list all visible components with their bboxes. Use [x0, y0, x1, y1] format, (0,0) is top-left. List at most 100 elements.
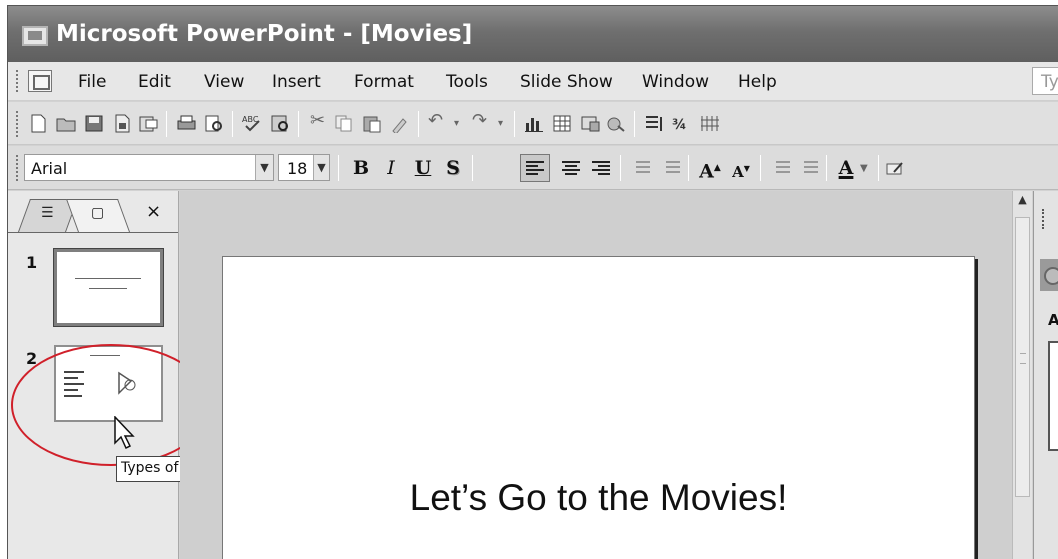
expand-icon[interactable]: [644, 114, 665, 133]
decrease-indent-icon[interactable]: [770, 161, 790, 176]
font-name-value: Arial: [31, 159, 68, 178]
close-icon[interactable]: ×: [146, 201, 161, 222]
copy-icon[interactable]: [334, 114, 355, 133]
new-icon[interactable]: [28, 114, 49, 133]
menu-insert[interactable]: Insert: [272, 72, 321, 92]
research-icon[interactable]: [270, 114, 291, 133]
menu-view[interactable]: View: [204, 72, 244, 92]
menu-format[interactable]: Format: [354, 72, 414, 92]
insert-chart-icon[interactable]: [524, 114, 545, 133]
font-name-combobox[interactable]: Arial ▼: [24, 154, 274, 181]
format-painter-icon[interactable]: [390, 114, 411, 133]
toolbar-grip[interactable]: [16, 111, 19, 137]
toolbar-separator: [232, 111, 233, 137]
cut-icon[interactable]: ✂: [310, 110, 325, 131]
menubar-grip[interactable]: [16, 70, 19, 92]
powerpoint-window: Microsoft PowerPoint - [Movies] File Edi…: [7, 5, 1058, 559]
vertical-scrollbar[interactable]: ▲: [1012, 191, 1032, 559]
font-size-combobox[interactable]: 18 ▼: [278, 154, 330, 181]
thumbnail-text: [75, 278, 141, 279]
shadow-button[interactable]: S: [442, 154, 464, 182]
toolbar-separator: [826, 155, 827, 181]
toolbar-separator: [688, 155, 689, 181]
slide-editing-area: Let’s Go to the Movies!: [180, 191, 1012, 559]
font-size-dropdown-arrow-icon[interactable]: ▼: [313, 155, 329, 180]
undo-icon[interactable]: ↶: [428, 110, 443, 131]
task-pane-list-box[interactable]: [1048, 341, 1058, 451]
redo-dropdown-icon[interactable]: ▾: [498, 118, 503, 129]
open-icon[interactable]: [56, 114, 77, 133]
align-left-icon: [526, 161, 544, 176]
svg-text:¾: ¾: [672, 117, 687, 133]
task-pane-navigation-bar[interactable]: [1040, 259, 1058, 291]
scroll-thumb[interactable]: [1015, 217, 1030, 497]
scroll-up-arrow-icon[interactable]: ▲: [1013, 193, 1032, 211]
align-right-icon[interactable]: [592, 161, 610, 176]
task-pane-grip[interactable]: [1042, 209, 1045, 229]
menu-edit[interactable]: Edit: [138, 72, 171, 92]
slide-thumbnail-1[interactable]: [53, 248, 164, 327]
hyperlink-icon[interactable]: [606, 114, 627, 133]
italic-button[interactable]: I: [380, 154, 402, 182]
print-icon[interactable]: [176, 114, 197, 133]
toolbar-separator: [472, 155, 473, 181]
email-icon[interactable]: [138, 114, 159, 133]
underline-button[interactable]: U: [412, 154, 434, 182]
slide-canvas[interactable]: Let’s Go to the Movies!: [222, 256, 975, 559]
undo-dropdown-icon[interactable]: ▾: [454, 118, 459, 129]
align-left-button[interactable]: [520, 154, 550, 182]
slides-icon: ▢: [91, 205, 105, 221]
toolbar-separator: [620, 155, 621, 181]
shrink-font-label: A: [732, 163, 744, 181]
outline-icon: ☰: [41, 205, 54, 221]
spelling-icon[interactable]: ABC: [242, 114, 263, 133]
bullets-icon[interactable]: [660, 161, 680, 176]
save-icon[interactable]: [84, 114, 105, 133]
font-color-dropdown-icon[interactable]: ▼: [860, 163, 868, 174]
toolbar-separator: [418, 111, 419, 137]
slide-title-text[interactable]: Let’s Go to the Movies!: [223, 477, 974, 519]
pane-tabs: ☰ ▢ ×: [8, 191, 178, 233]
increase-indent-icon[interactable]: [798, 161, 818, 176]
ask-a-question-box[interactable]: Ty: [1032, 67, 1058, 95]
font-size-value: 18: [287, 159, 308, 178]
task-pane: A: [1033, 191, 1058, 559]
menu-window[interactable]: Window: [642, 72, 709, 92]
slide-design-icon[interactable]: [886, 159, 907, 178]
font-color-button[interactable]: A: [834, 154, 858, 182]
standard-toolbar: ABC ✂ ↶ ▾ ↷ ▾ ¾: [8, 102, 1058, 145]
toolbar-separator: [514, 111, 515, 137]
toolbar-separator: [634, 111, 635, 137]
task-pane-label: A: [1048, 311, 1058, 329]
paste-icon[interactable]: [362, 114, 383, 133]
grid-icon[interactable]: [700, 114, 721, 133]
bold-button[interactable]: B: [350, 154, 372, 182]
grow-font-button[interactable]: A▲: [698, 154, 722, 182]
menu-bar: File Edit View Insert Format Tools Slide…: [8, 62, 1058, 101]
insert-table-icon[interactable]: [552, 114, 573, 133]
menu-tools[interactable]: Tools: [446, 72, 488, 92]
toolbar-separator: [760, 155, 761, 181]
redo-icon[interactable]: ↷: [472, 110, 487, 131]
menu-help[interactable]: Help: [738, 72, 777, 92]
toolbar-separator: [338, 155, 339, 181]
show-formatting-icon[interactable]: ¾: [672, 114, 693, 133]
menu-slide-show[interactable]: Slide Show: [520, 72, 613, 92]
print-preview-icon[interactable]: [204, 114, 225, 133]
toolbar-separator: [298, 111, 299, 137]
formatting-toolbar: Arial ▼ 18 ▼ B I U S A▲ A▼ A ▼: [8, 146, 1058, 190]
window-title: Microsoft PowerPoint - [Movies]: [56, 21, 473, 47]
toolbar-grip[interactable]: [16, 155, 19, 181]
shrink-font-button[interactable]: A▼: [730, 154, 752, 182]
menu-file[interactable]: File: [78, 72, 106, 92]
document-menu-icon[interactable]: [28, 70, 52, 92]
powerpoint-app-icon[interactable]: [22, 26, 48, 46]
font-dropdown-arrow-icon[interactable]: ▼: [255, 155, 273, 180]
center-align-icon[interactable]: [562, 161, 580, 176]
thumbnail-text: [89, 288, 127, 289]
tables-borders-icon[interactable]: [580, 114, 601, 133]
grow-font-label: A: [699, 160, 714, 183]
permission-icon[interactable]: [112, 114, 133, 133]
numbering-icon[interactable]: [630, 161, 650, 176]
toolbar-separator: [166, 111, 167, 137]
